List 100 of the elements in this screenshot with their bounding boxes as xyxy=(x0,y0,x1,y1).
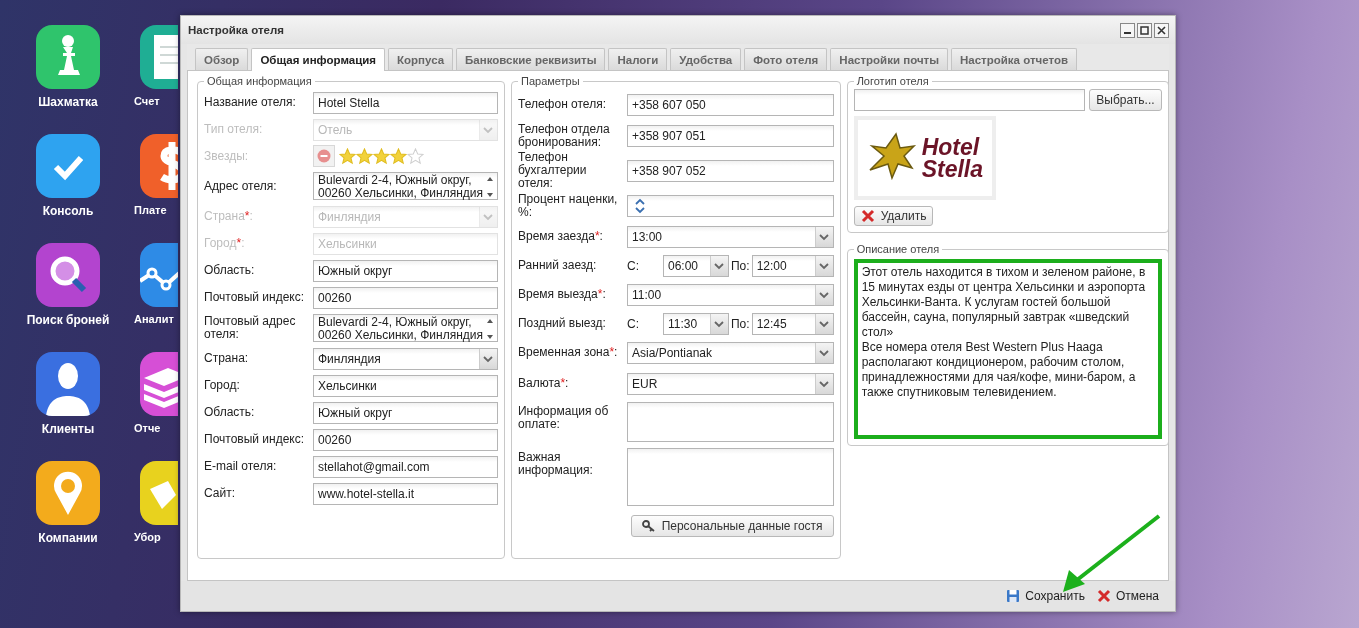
group-title: Логотип отеля xyxy=(855,75,930,87)
caret-icon[interactable] xyxy=(710,313,728,334)
text-area[interactable]: Bulevardi 2-4, Южный округ, 00260 Хельсинки, Финляндия xyxy=(313,172,498,200)
maximize-icon xyxy=(1140,25,1149,35)
field-label: Время заезда*: xyxy=(518,230,604,243)
line-chart-icon[interactable] xyxy=(140,243,178,307)
key-icon xyxy=(641,520,656,532)
tab[interactable]: Налоги xyxy=(608,48,668,70)
group-title: Описание отеля xyxy=(855,243,941,255)
field-label: Валюта*: xyxy=(518,377,570,390)
caret-icon[interactable] xyxy=(814,342,833,363)
close-button[interactable] xyxy=(1154,22,1169,38)
dropdown-field[interactable]: Финляндия xyxy=(313,347,498,370)
tab[interactable]: Удобства xyxy=(670,48,742,70)
field-label: Телефон отеля: xyxy=(518,98,607,111)
from-label: С: xyxy=(627,258,640,273)
field-label: Время выезда*: xyxy=(518,288,607,301)
tab[interactable]: Обзор xyxy=(195,48,249,70)
dropdown-field[interactable]: 12:00 xyxy=(751,254,834,277)
caret-icon[interactable] xyxy=(814,284,833,305)
caret-icon[interactable] xyxy=(814,313,833,334)
search-icon[interactable] xyxy=(36,243,100,307)
tab[interactable]: Корпуса xyxy=(388,48,454,70)
field-label: Тип отеля: xyxy=(204,123,264,136)
text-field[interactable]: Hotel Stella xyxy=(313,91,498,114)
close-icon xyxy=(1157,25,1166,35)
number-field[interactable] xyxy=(627,194,834,217)
field-label: Страна*: xyxy=(204,210,254,223)
caret-icon[interactable] xyxy=(479,348,497,369)
field-label: Город: xyxy=(204,379,241,392)
dropdown-field[interactable]: 12:45 xyxy=(751,312,834,335)
field-label: Почтовый индекс: xyxy=(204,291,306,304)
field-label: Страна: xyxy=(204,352,250,365)
text-field[interactable]: +358 607 050 xyxy=(627,93,834,116)
tab[interactable]: Настройка отчетов xyxy=(951,48,1078,70)
text-field[interactable]: Южный округ xyxy=(313,401,498,424)
field-label: Информация об оплате: xyxy=(518,405,610,431)
app-label[interactable]: Клиенты xyxy=(41,422,95,436)
tab[interactable]: Общая информация xyxy=(251,48,385,71)
text-field[interactable]: +358 907 052 xyxy=(627,159,834,182)
maximize-button[interactable] xyxy=(1137,22,1152,38)
field-label: Почтовый адрес отеля: xyxy=(204,315,297,341)
app-label[interactable]: Отче xyxy=(134,422,161,434)
dropdown-field[interactable]: 13:00 xyxy=(627,225,834,248)
document-icon[interactable] xyxy=(140,25,178,89)
field-label: Адрес отеля: xyxy=(204,179,278,193)
text-field[interactable]: +358 907 051 xyxy=(627,124,834,147)
text-field[interactable]: 00260 xyxy=(313,286,498,309)
field-label: Ранний заезд: xyxy=(518,259,598,272)
window-title: Настройка отеля xyxy=(188,24,284,36)
caret-icon[interactable] xyxy=(814,373,833,394)
delete-button[interactable]: Удалить xyxy=(853,206,934,226)
field-label: Звезды: xyxy=(204,149,250,163)
dropdown-field[interactable]: Asia/Pontianak xyxy=(627,341,834,364)
caret-icon[interactable] xyxy=(710,255,728,276)
to-label: По: xyxy=(730,258,751,273)
file-path-field[interactable] xyxy=(853,89,1086,111)
field-label: Город*: xyxy=(204,237,246,250)
cancel-button[interactable]: Отмена xyxy=(1094,586,1161,606)
dropdown-field[interactable]: 11:30 xyxy=(663,312,729,335)
tab[interactable]: Банковские реквизиты xyxy=(456,48,606,70)
app-label[interactable]: Плате xyxy=(134,204,167,216)
books-icon[interactable] xyxy=(140,352,178,416)
text-field[interactable]: Южный округ xyxy=(313,259,498,282)
minimize-button[interactable] xyxy=(1120,22,1135,38)
to-label: По: xyxy=(730,316,751,331)
app-label[interactable]: Шахматка xyxy=(38,95,98,109)
tab[interactable]: Настройки почты xyxy=(830,48,948,70)
text-field[interactable]: 00260 xyxy=(313,428,498,451)
personal-data-button[interactable]: Персональные данные гостя xyxy=(630,515,834,537)
caret-icon[interactable] xyxy=(814,226,833,247)
dropdown-field[interactable]: 11:00 xyxy=(627,283,834,306)
tab[interactable]: Фото отеля xyxy=(744,48,828,70)
field-label: Поздний выезд: xyxy=(518,317,607,330)
dropdown-field[interactable]: 06:00 xyxy=(663,254,729,277)
caret-icon[interactable] xyxy=(814,255,833,276)
dollar-icon[interactable] xyxy=(140,134,178,198)
text-field[interactable]: Хельсинки xyxy=(313,374,498,397)
browse-button[interactable]: Выбрать... xyxy=(1089,89,1162,111)
app-label[interactable]: Счет xyxy=(134,95,160,107)
checkmark-icon[interactable] xyxy=(36,134,100,198)
app-label[interactable]: Аналит xyxy=(134,313,174,325)
description-text-area[interactable]: Этот отель находится в тихом и зеленом районе, в 15 минутах езды от центра Хельсинки и аэропорта Хельсинки-Ванта. К услугам гостей большой бассейн, сауна, популярный завтрак «шведский стол» Все номера отеля Best Western Plus Haaga располагают кондиционером, рабочим столом, принадлежностями для чая/кофе, мини-баром, а также спутниковым телевидением. xyxy=(853,259,1162,439)
text-area[interactable]: Bulevardi 2-4, Южный округ, 00260 Хельсинки, Финляндия xyxy=(313,314,498,342)
map-pin-icon[interactable] xyxy=(36,461,100,525)
chess-pawn-icon[interactable] xyxy=(36,25,100,89)
text-field[interactable]: www.hotel-stella.it xyxy=(313,482,498,505)
field-label: Область: xyxy=(204,406,256,419)
field-label: Временная зона*: xyxy=(518,346,619,359)
field-label: Сайт: xyxy=(204,487,236,500)
dropdown-field[interactable]: EUR xyxy=(627,372,834,395)
logo-text: Hotel Stella xyxy=(921,136,983,180)
field-label: Область: xyxy=(204,264,256,277)
person-icon[interactable] xyxy=(36,352,100,416)
app-label[interactable]: Компании xyxy=(38,531,98,545)
app-label[interactable]: Поиск броней xyxy=(26,313,110,327)
text-field[interactable]: stellahot@gmail.com xyxy=(313,455,498,478)
app-label[interactable]: Убор xyxy=(134,531,161,543)
app-label[interactable]: Консоль xyxy=(42,204,94,218)
field-label: E-mail отеля: xyxy=(204,460,278,473)
